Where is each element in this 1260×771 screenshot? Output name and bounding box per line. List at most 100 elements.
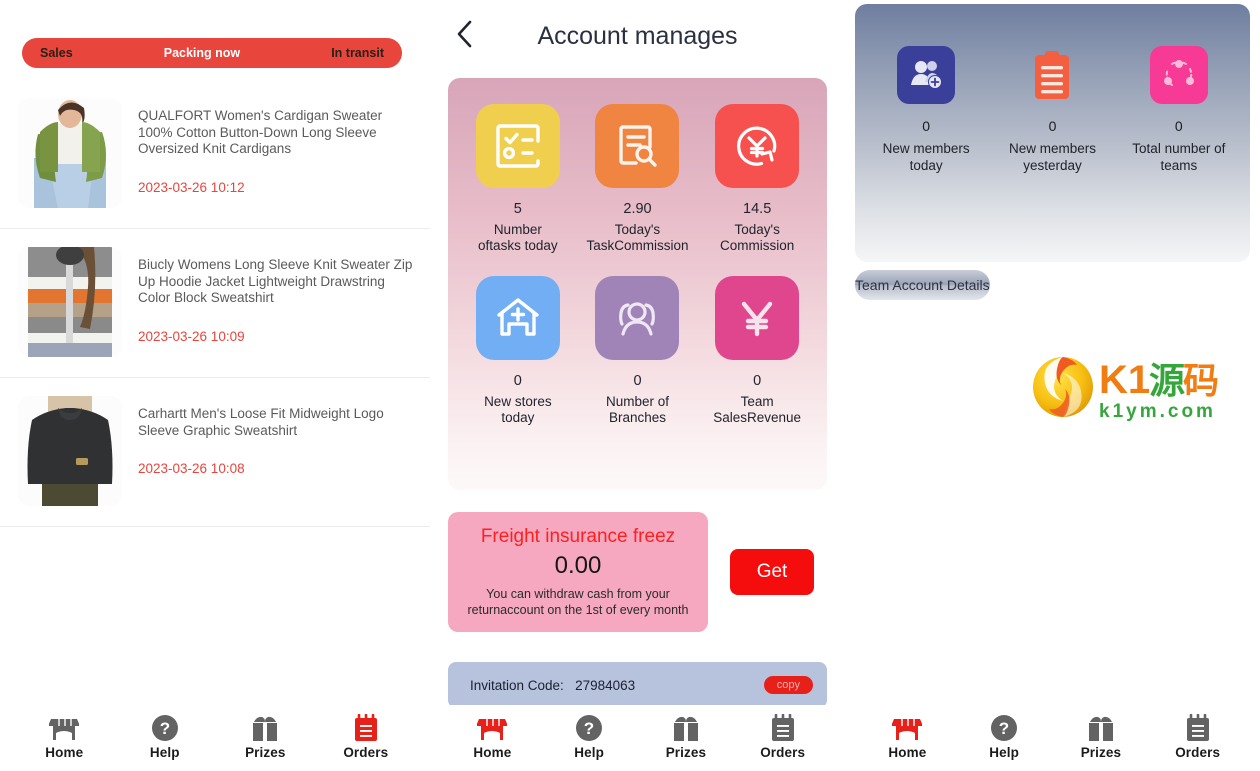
- page-header: Account manages: [430, 0, 845, 72]
- tab-in-transit[interactable]: In transit: [331, 46, 384, 60]
- invitation-code-value: 27984063: [575, 677, 636, 693]
- stat-value: 5: [513, 201, 522, 217]
- freight-insurance-section: Freight insurance freez 0.00 You can wit…: [448, 512, 827, 632]
- list-item[interactable]: QUALFORT Women's Cardigan Sweater 100% C…: [0, 80, 430, 229]
- stat-team-sales-revenue[interactable]: 0 Team SalesRevenue: [697, 276, 817, 426]
- stat-label-line2: TaskCommission: [586, 238, 689, 253]
- nav-label: Help: [989, 745, 1019, 760]
- team-stat-new-members-today[interactable]: 0 New members today: [863, 46, 989, 174]
- stat-label: Team SalesRevenue: [713, 394, 801, 426]
- stat-value: 0: [633, 373, 642, 389]
- freight-insurance-box: Freight insurance freez 0.00 You can wit…: [448, 512, 708, 632]
- order-date: 2023-03-26 10:12: [138, 179, 245, 195]
- tab-packing-now[interactable]: Packing now: [164, 46, 240, 60]
- team-account-details-button[interactable]: Team Account Details: [855, 270, 990, 300]
- nav-label: Prizes: [1080, 745, 1122, 760]
- nav-label: Help: [574, 745, 604, 760]
- nav-label: Home: [473, 745, 512, 760]
- stat-label: Today's TaskCommission: [586, 222, 688, 254]
- freight-amount: 0.00: [554, 552, 602, 579]
- nav-label: Home: [888, 745, 927, 760]
- team-stat-grid: 0 New members today 0 New members yester…: [863, 46, 1242, 174]
- add-member-icon: [897, 46, 956, 104]
- nav-item-help[interactable]: ? Help: [554, 712, 624, 760]
- list-item[interactable]: Carhartt Men's Loose Fit Midweight Logo …: [0, 378, 430, 527]
- order-date: 2023-03-26 10:08: [138, 461, 245, 476]
- team-stat-value: 0: [1048, 118, 1057, 134]
- nav-label: Prizes: [245, 745, 286, 760]
- order-list: QUALFORT Women's Cardigan Sweater 100% C…: [0, 80, 430, 527]
- nav-item-prizes[interactable]: Prizes: [651, 712, 721, 760]
- team-stat-label: New members today: [883, 140, 970, 174]
- freight-title: Freight insurance freez: [480, 526, 676, 547]
- svg-text:?: ?: [999, 719, 1009, 738]
- question-circle-icon: ?: [151, 712, 179, 742]
- nav-label: Orders: [1175, 745, 1221, 760]
- gift-icon: [251, 712, 279, 742]
- invitation-code-label: Invitation Code:: [470, 677, 564, 693]
- svg-text:?: ?: [584, 719, 594, 738]
- nav-label: Orders: [343, 745, 389, 760]
- nav-item-prizes[interactable]: Prizes: [230, 712, 300, 760]
- store-icon: [477, 712, 508, 742]
- stat-label-line1: Today's: [614, 222, 661, 237]
- team-network-icon: [1149, 46, 1208, 104]
- stat-today-commission[interactable]: 14.5 Today's Commission: [697, 104, 817, 254]
- orders-panel: Sales Packing now In transit QUALFORT Wo…: [0, 0, 430, 771]
- store-icon: [892, 712, 923, 742]
- nav-item-orders[interactable]: Orders: [748, 712, 818, 760]
- back-button[interactable]: [448, 19, 482, 53]
- stat-label-line2: Commission: [720, 238, 795, 253]
- nav-item-prizes[interactable]: Prizes: [1066, 712, 1136, 760]
- get-button[interactable]: Get: [730, 549, 814, 595]
- stat-label-line1: Number: [493, 222, 542, 237]
- nav-label: Help: [149, 745, 180, 760]
- nav-item-help[interactable]: ? Help: [130, 712, 200, 760]
- account-manages-panel: Account manages 5 Number oftasks today 2…: [430, 0, 845, 771]
- nav-item-orders[interactable]: Orders: [1163, 712, 1233, 760]
- stat-label-line1: New stores: [484, 394, 552, 409]
- stat-grid: 5 Number oftasks today 2.90 Today's Task…: [458, 104, 817, 426]
- bottom-navigation: Home ? Help Prizes Orders: [430, 705, 845, 771]
- nav-item-home[interactable]: Home: [29, 712, 99, 760]
- clipboard-icon: [770, 712, 796, 742]
- list-item[interactable]: Biucly Womens Long Sleeve Knit Sweater Z…: [0, 229, 430, 378]
- stat-new-stores-today[interactable]: 0 New stores today: [458, 276, 578, 426]
- nav-item-home[interactable]: Home: [457, 712, 527, 760]
- group-people-icon: [595, 276, 680, 360]
- stat-today-task-commission[interactable]: 2.90 Today's TaskCommission: [578, 104, 698, 254]
- nav-item-help[interactable]: ? Help: [969, 712, 1039, 760]
- product-thumbnail: [18, 247, 122, 357]
- gift-icon: [1087, 712, 1115, 742]
- stat-label-line2: Branches: [608, 410, 666, 425]
- stat-tasks-today[interactable]: 5 Number oftasks today: [458, 104, 578, 254]
- team-label-line2: yesterday: [1023, 158, 1082, 173]
- nav-item-home[interactable]: Home: [872, 712, 942, 760]
- stat-label: New stores today: [484, 394, 552, 426]
- team-label-line1: New members: [882, 141, 970, 156]
- store-icon: [49, 712, 80, 742]
- clipboard-icon: [353, 712, 379, 742]
- tab-sales[interactable]: Sales: [40, 46, 73, 60]
- nav-label: Orders: [760, 745, 806, 760]
- team-stat-total-teams[interactable]: 0 Total number of teams: [1116, 46, 1242, 174]
- copy-button[interactable]: copy: [763, 676, 813, 694]
- product-thumbnail: [18, 98, 122, 208]
- stat-value: 14.5: [743, 201, 772, 217]
- nav-item-orders[interactable]: Orders: [331, 712, 401, 760]
- watermark-logo: K1 源 码 k1ym.com: [1031, 345, 1221, 429]
- svg-text:?: ?: [160, 719, 170, 738]
- order-status-tabs[interactable]: Sales Packing now In transit: [22, 38, 402, 68]
- order-date: 2023-03-26 10:09: [138, 328, 245, 344]
- stat-number-of-branches[interactable]: 0 Number of Branches: [578, 276, 698, 426]
- team-stat-new-members-yesterday[interactable]: 0 New members yesterday: [989, 46, 1115, 174]
- stat-value: 0: [753, 373, 762, 389]
- bottom-navigation: Home ? Help Prizes Orders: [0, 705, 430, 771]
- team-label-line1: New members: [1008, 141, 1096, 156]
- team-panel: 0 New members today 0 New members yester…: [845, 0, 1260, 771]
- team-stat-label: New members yesterday: [1009, 140, 1096, 174]
- svg-text:码: 码: [1183, 361, 1219, 402]
- product-title: Carhartt Men's Loose Fit Midweight Logo …: [138, 406, 384, 438]
- stat-label-line1: Number of: [605, 394, 669, 409]
- clipboard-list-icon: [1023, 46, 1081, 104]
